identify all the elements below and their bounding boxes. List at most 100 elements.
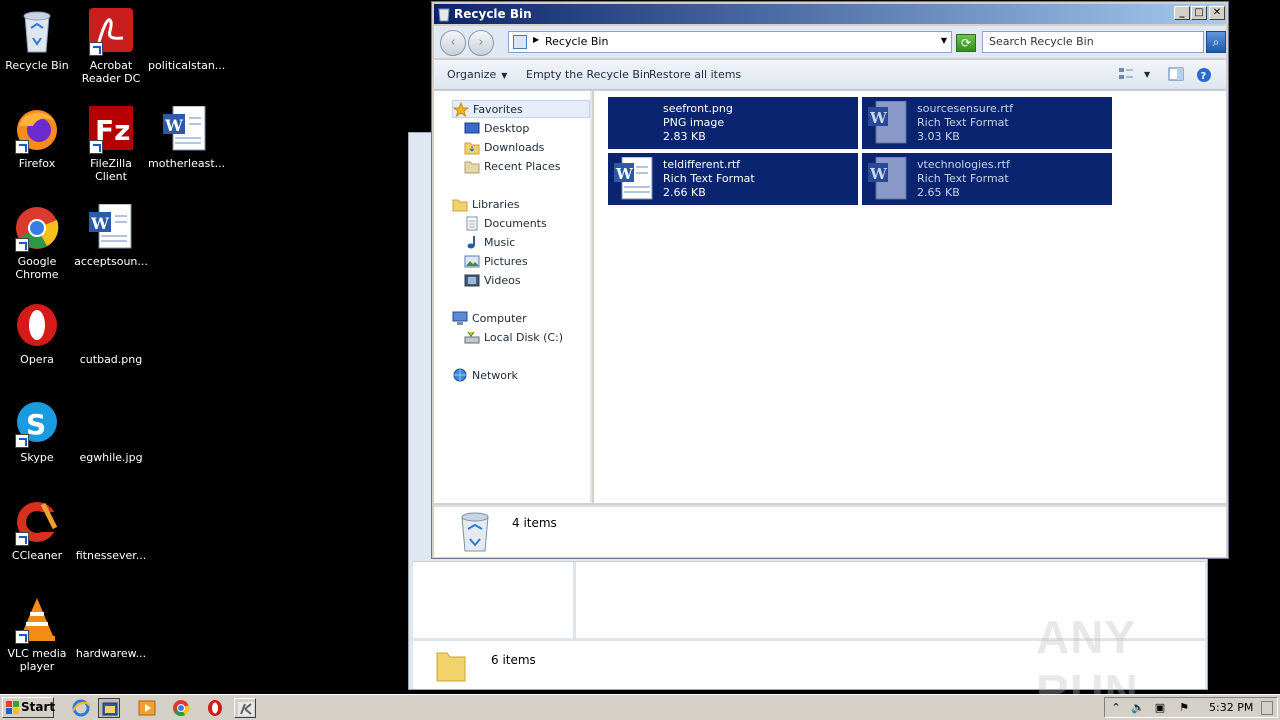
word-document-icon: W <box>161 105 209 154</box>
file-tile-seefront[interactable]: seefront.png PNG image 2.83 KB <box>608 97 858 149</box>
desktop-icon-cutbad[interactable]: cutbad.png <box>74 302 148 366</box>
minimize-button[interactable]: _ <box>1174 6 1190 20</box>
ccleaner-icon <box>13 498 61 546</box>
svg-text:W: W <box>164 116 184 135</box>
recycle-bin-icon <box>13 8 61 56</box>
desktop-icon-acrobat[interactable]: Acrobat Reader DC <box>74 8 148 85</box>
command-toolbar: Organize ▼ Empty the Recycle Bin Restore … <box>434 60 1226 90</box>
svg-text:S: S <box>26 408 46 441</box>
network-tray-icon[interactable]: ▣ <box>1153 701 1167 715</box>
status-item-count: 6 items <box>491 653 536 667</box>
organize-button[interactable]: Organize ▼ <box>447 68 507 81</box>
desktop-icon-recycle-bin[interactable]: Recycle Bin <box>0 8 74 72</box>
desktop-icon-label: fitnessever... <box>75 549 147 562</box>
status-bar: 4 items <box>434 505 1226 557</box>
file-size: 2.83 KB <box>663 130 706 143</box>
desktop-icon-label: FileZilla Client <box>90 157 132 183</box>
view-dropdown-icon[interactable]: ▼ <box>1144 70 1150 79</box>
view-options-icon[interactable] <box>1118 67 1134 81</box>
file-tile-teldifferent[interactable]: W teldifferent.rtf Rich Text Format 2.66… <box>608 153 858 205</box>
address-field[interactable]: ▶ Recycle Bin ▼ <box>508 31 952 53</box>
desktop-icon-filezilla[interactable]: Fz FileZilla Client <box>74 106 148 183</box>
recycle-bin-small-icon <box>513 35 527 49</box>
file-size: 2.66 KB <box>663 186 706 199</box>
svg-text:W: W <box>869 109 888 127</box>
preview-pane-icon[interactable] <box>1168 67 1184 81</box>
breadcrumb-arrow-icon[interactable]: ▶ <box>533 35 539 44</box>
desktop-icon-hardwarew[interactable]: hardwarew... <box>74 596 148 660</box>
explorer-taskbar-button[interactable] <box>98 698 120 718</box>
opera-icon[interactable] <box>204 698 226 718</box>
videos-film-icon <box>464 273 480 288</box>
volume-icon[interactable]: 🔈 <box>1131 701 1145 715</box>
back-button[interactable]: ‹ <box>440 30 466 56</box>
desktop-icon-label: motherleast... <box>148 157 226 170</box>
search-icon[interactable]: ⌕ <box>1206 31 1226 53</box>
word-document-icon: W <box>87 203 135 252</box>
desktop-icon-acceptsoun[interactable]: W acceptsoun... <box>74 203 148 268</box>
pictures-icon <box>464 254 480 269</box>
file-type: Rich Text Format <box>917 116 1009 129</box>
empty-recycle-bin-button[interactable]: Empty the Recycle Bin <box>526 68 650 81</box>
file-type: PNG image <box>663 116 725 129</box>
media-player-icon[interactable] <box>136 698 158 718</box>
refresh-button[interactable]: ⟳ <box>956 34 976 52</box>
taskbar: Start ⌃ 🔈 ▣ ⚑ 5:32 PM <box>0 694 1280 720</box>
acrobat-icon <box>87 8 135 56</box>
desktop-icon-politicalstan[interactable]: politicalstan... <box>148 8 225 72</box>
desktop-icon-chrome[interactable]: Google Chrome <box>0 204 74 281</box>
folder-icon <box>435 647 467 683</box>
forward-button[interactable]: › <box>468 30 494 56</box>
app-taskbar-button[interactable] <box>234 698 256 718</box>
internet-explorer-icon[interactable] <box>70 698 92 718</box>
file-icon <box>87 596 135 644</box>
close-button[interactable]: ✕ <box>1209 6 1225 20</box>
watermark: ANY RUN <box>1036 611 1139 717</box>
shortcut-arrow-icon <box>15 238 29 252</box>
chrome-icon[interactable] <box>170 698 192 718</box>
shortcut-arrow-icon <box>15 434 29 448</box>
chrome-icon <box>13 204 61 252</box>
filezilla-icon: Fz <box>87 106 135 154</box>
clock[interactable]: 5:32 PM <box>1209 701 1253 714</box>
nav-favorites[interactable]: Favorites <box>452 100 590 118</box>
file-tile-vtechnologies[interactable]: W vtechnologies.rtf Rich Text Format 2.6… <box>862 153 1112 205</box>
desktop-icon-skype[interactable]: S Skype <box>0 400 74 464</box>
svg-text:?: ? <box>1201 71 1207 82</box>
window-title: Recycle Bin <box>454 7 532 21</box>
desktop-icon-firefox[interactable]: Firefox <box>0 106 74 170</box>
file-tile-sourcesensure[interactable]: W sourcesensure.rtf Rich Text Format 3.0… <box>862 97 1112 149</box>
desktop-icon-vlc[interactable]: VLC media player <box>0 596 74 673</box>
vlc-cone-icon <box>13 596 61 644</box>
title-bar[interactable]: Recycle Bin _ □ ✕ <box>434 4 1226 24</box>
address-text: Recycle Bin <box>545 35 609 48</box>
chevron-down-icon[interactable]: ▼ <box>941 36 947 45</box>
computer-icon <box>452 311 468 326</box>
network-icon <box>452 368 468 383</box>
search-input[interactable]: Search Recycle Bin <box>982 31 1204 53</box>
desktop-icon-fitnessever[interactable]: fitnessever... <box>74 498 148 562</box>
image-file-icon <box>612 101 656 145</box>
start-button[interactable]: Start <box>2 697 55 718</box>
restore-all-items-button[interactable]: Restore all items <box>649 68 741 81</box>
maximize-button[interactable]: □ <box>1191 6 1207 20</box>
desktop-icon-label: Recycle Bin <box>5 59 69 72</box>
desktop-icon-label: acceptsoun... <box>74 255 148 268</box>
file-name: teldifferent.rtf <box>663 158 741 171</box>
desktop-icon-ccleaner[interactable]: CCleaner <box>0 498 74 562</box>
libraries-icon <box>452 197 468 212</box>
hard-disk-icon <box>464 330 480 345</box>
recycle-bin-window[interactable]: Recycle Bin _ □ ✕ ‹ › ▶ Recycle Bin ▼ ⟳ … <box>431 1 1229 559</box>
file-size: 2.65 KB <box>917 186 960 199</box>
show-desktop-button[interactable] <box>1261 701 1273 715</box>
desktop-icon-label: cutbad.png <box>79 353 143 366</box>
action-center-flag-icon[interactable]: ⚑ <box>1177 701 1191 715</box>
desktop-icon-opera[interactable]: Opera <box>0 302 74 366</box>
skype-icon: S <box>13 400 61 448</box>
desktop-icon-egwhile[interactable]: egwhile.jpg <box>74 400 148 464</box>
show-hidden-icons-chevron-icon[interactable]: ⌃ <box>1109 701 1123 715</box>
help-icon[interactable]: ? <box>1196 67 1212 82</box>
file-icon <box>87 498 135 546</box>
desktop-icon-motherleast[interactable]: W motherleast... <box>148 105 226 170</box>
windows-flag-icon <box>6 701 19 714</box>
